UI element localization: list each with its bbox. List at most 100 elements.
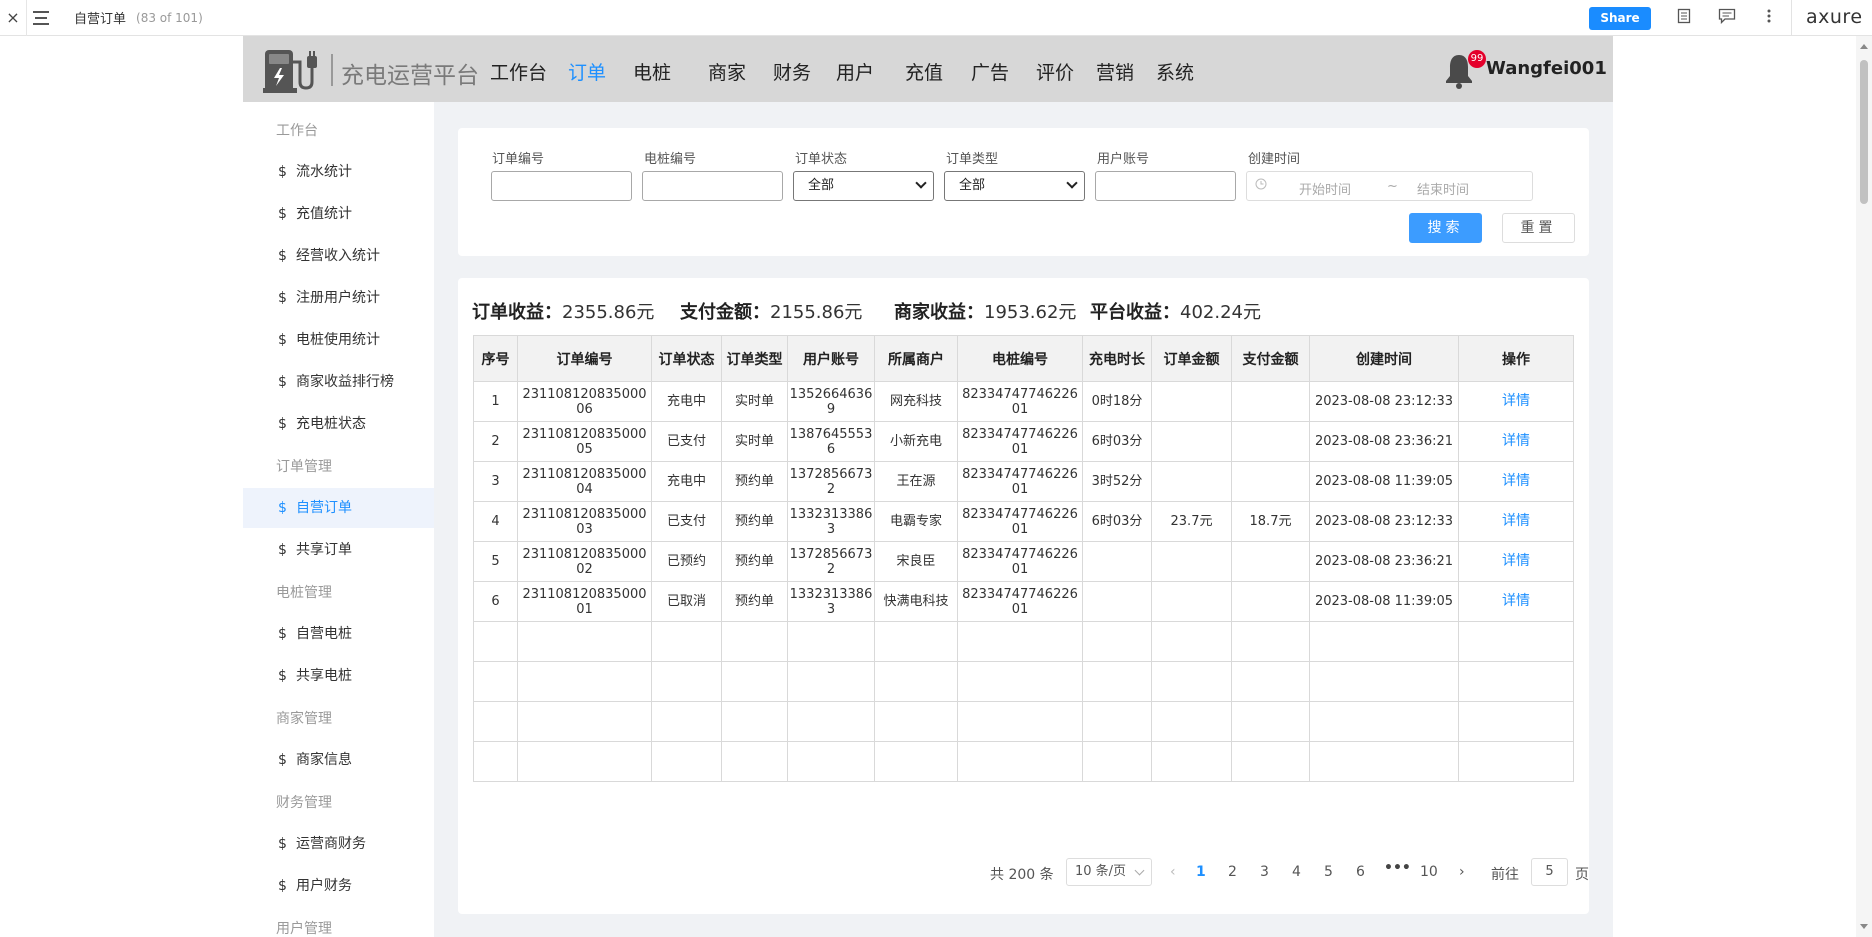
page-3[interactable]: 3 <box>1260 864 1269 880</box>
detail-link[interactable]: 详情 <box>1458 421 1574 462</box>
sidebar-item-user-finance[interactable]: $ 用户财务 <box>243 866 434 906</box>
date-range-picker[interactable]: 开始时间 ~ 结束时间 <box>1246 171 1533 201</box>
cell-merchant: 快满电科技 <box>874 581 958 622</box>
cell-order-no: 23110812083500004 <box>517 461 652 502</box>
cell-type: 预约单 <box>721 501 788 542</box>
page-1[interactable]: 1 <box>1196 864 1206 880</box>
user-account-input[interactable] <box>1095 171 1236 201</box>
cell-paid-amount <box>1231 541 1310 582</box>
nav-reviews[interactable]: 评价 <box>1036 58 1074 85</box>
sidebar-group-orders: 订单管理 <box>276 459 332 475</box>
nav-piles[interactable]: 电桩 <box>633 58 671 85</box>
page-scrollbar[interactable] <box>1856 36 1872 937</box>
detail-link[interactable]: 详情 <box>1458 581 1574 622</box>
username[interactable]: Wangfei001 <box>1486 58 1607 79</box>
detail-link[interactable]: 详情 <box>1458 461 1574 502</box>
order-no-input[interactable] <box>491 171 632 201</box>
cell-status: 已预约 <box>651 541 722 582</box>
sidebar-item-shared-orders[interactable]: $ 共享订单 <box>243 530 434 570</box>
sidebar-item-pile-status[interactable]: $ 充电桩状态 <box>243 404 434 444</box>
reset-button[interactable]: 重置 <box>1502 213 1575 243</box>
more-options-icon[interactable] <box>1759 8 1779 28</box>
cell-type: 预约单 <box>721 461 788 502</box>
nav-orders[interactable]: 订单 <box>568 58 606 85</box>
page-counter: (83 of 101) <box>136 10 203 25</box>
empty-cell <box>721 741 788 782</box>
pile-no-input[interactable] <box>642 171 783 201</box>
nav-merchants[interactable]: 商家 <box>708 58 746 85</box>
prev-page-icon[interactable]: ‹ <box>1170 864 1176 880</box>
detail-link[interactable]: 详情 <box>1458 501 1574 542</box>
more-pages-icon[interactable]: ••• <box>1384 860 1411 876</box>
cell-paid-amount <box>1231 421 1310 462</box>
detail-link[interactable]: 详情 <box>1458 541 1574 582</box>
page-unit-label: 页 <box>1575 867 1589 883</box>
nav-users[interactable]: 用户 <box>836 58 874 85</box>
nav-ads[interactable]: 广告 <box>971 58 1009 85</box>
empty-cell <box>787 621 875 662</box>
start-time-placeholder: 开始时间 <box>1299 183 1352 198</box>
cell-created: 2023-08-08 11:39:05 <box>1309 461 1459 502</box>
search-button[interactable]: 搜索 <box>1409 213 1482 243</box>
nav-system[interactable]: 系统 <box>1156 58 1194 85</box>
sitemap-menu-icon[interactable] <box>26 0 54 36</box>
next-page-icon[interactable]: › <box>1459 864 1465 880</box>
scrollbar-thumb[interactable] <box>1860 60 1868 204</box>
empty-table-row <box>473 741 1574 782</box>
cell-duration: 3时52分 <box>1082 461 1152 502</box>
page-2[interactable]: 2 <box>1228 864 1237 880</box>
scroll-down-icon[interactable] <box>1860 924 1868 929</box>
share-button[interactable]: Share <box>1589 7 1651 30</box>
sidebar-item-income-stats[interactable]: $ 经营收入统计 <box>243 236 434 276</box>
empty-cell <box>651 661 722 702</box>
empty-cell <box>1309 661 1459 702</box>
empty-cell <box>1231 701 1310 742</box>
empty-cell <box>517 741 652 782</box>
nav-workbench[interactable]: 工作台 <box>490 58 547 85</box>
close-icon[interactable]: × <box>0 8 26 27</box>
page-5[interactable]: 5 <box>1324 864 1333 880</box>
cell-account: 13728566732 <box>787 461 875 502</box>
cell-paid-amount: 18.7元 <box>1231 501 1310 542</box>
platform-income-stat: 平台收益：402.24元 <box>1090 302 1261 323</box>
nav-recharge[interactable]: 充值 <box>905 58 943 85</box>
sidebar-item-merchant-info[interactable]: $ 商家信息 <box>243 740 434 780</box>
sidebar-item-register-stats[interactable]: $ 注册用户统计 <box>243 278 434 318</box>
empty-cell <box>787 701 875 742</box>
sidebar-group-finance: 财务管理 <box>276 795 332 811</box>
page-10[interactable]: 10 <box>1420 864 1438 880</box>
sidebar-item-shared-piles[interactable]: $ 共享电桩 <box>243 656 434 696</box>
empty-cell <box>1458 661 1574 702</box>
order-type-select[interactable]: 全部 <box>944 171 1085 201</box>
scroll-up-icon[interactable] <box>1860 44 1868 49</box>
notes-icon[interactable] <box>1674 8 1694 28</box>
page-6[interactable]: 6 <box>1356 864 1365 880</box>
page-title: 自营订单 <box>74 12 127 27</box>
empty-cell <box>721 621 788 662</box>
empty-cell <box>473 661 518 702</box>
page-4[interactable]: 4 <box>1292 864 1301 880</box>
goto-page-input[interactable]: 5 <box>1531 858 1568 886</box>
page-size-select[interactable]: 10 条/页 <box>1066 858 1152 886</box>
cell-pile-no: 8233474774622601 <box>957 381 1083 422</box>
order-status-label: 订单状态 <box>795 152 848 167</box>
cell-pile-no: 8233474774622601 <box>957 501 1083 542</box>
comments-icon[interactable] <box>1717 8 1737 28</box>
charging-station-logo-icon <box>263 48 317 93</box>
order-status-select[interactable]: 全部 <box>793 171 934 201</box>
sidebar-item-pile-usage-stats[interactable]: $ 电桩使用统计 <box>243 320 434 360</box>
cell-paid-amount <box>1231 381 1310 422</box>
sidebar-item-self-piles[interactable]: $ 自营电桩 <box>243 614 434 654</box>
cell-index: 1 <box>473 381 518 422</box>
nav-finance[interactable]: 财务 <box>773 58 811 85</box>
sidebar-item-recharge-stats[interactable]: $ 充值统计 <box>243 194 434 234</box>
sidebar-item-operator-finance[interactable]: $ 运营商财务 <box>243 824 434 864</box>
sidebar-item-self-orders[interactable]: $ 自营订单 <box>243 488 434 528</box>
empty-cell <box>1082 661 1152 702</box>
empty-cell <box>1231 661 1310 702</box>
sidebar-item-flow-stats[interactable]: $ 流水统计 <box>243 152 434 192</box>
nav-marketing[interactable]: 营销 <box>1096 58 1134 85</box>
sidebar-item-merchant-ranking[interactable]: $ 商家收益排行榜 <box>243 362 434 402</box>
detail-link[interactable]: 详情 <box>1458 381 1574 422</box>
clock-icon <box>1255 178 1267 194</box>
